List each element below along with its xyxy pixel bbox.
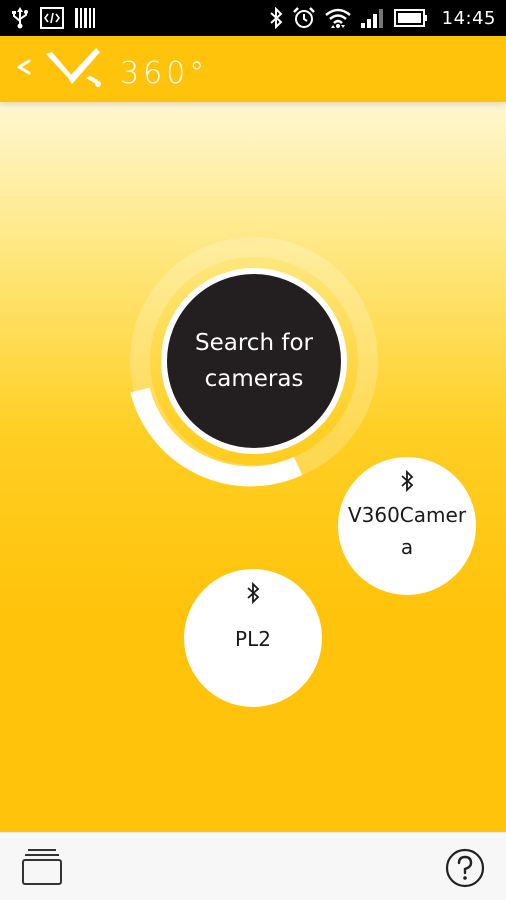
device-item-v360camera[interactable]: V360Camera bbox=[338, 457, 476, 595]
app-logo: 360° bbox=[42, 44, 208, 94]
logo-mark-icon bbox=[42, 42, 114, 96]
device-name: V360Camera bbox=[347, 503, 467, 559]
wifi-icon bbox=[324, 6, 352, 30]
barcode-icon bbox=[74, 7, 96, 29]
chevron-left-icon bbox=[15, 56, 33, 82]
bluetooth-icon bbox=[399, 469, 415, 497]
main-area: Search for cameras V360Camera PL2 bbox=[0, 102, 506, 832]
help-button[interactable] bbox=[444, 847, 486, 889]
gallery-button[interactable] bbox=[20, 847, 64, 887]
gallery-icon bbox=[20, 849, 64, 891]
status-time: 14:45 bbox=[441, 7, 496, 29]
usb-icon bbox=[10, 7, 30, 29]
bluetooth-icon bbox=[268, 7, 284, 29]
signal-icon bbox=[360, 7, 386, 29]
status-bar-left bbox=[10, 6, 96, 30]
search-for-cameras-button[interactable]: Search for cameras bbox=[161, 268, 347, 454]
device-item-pl2[interactable]: PL2 bbox=[184, 569, 322, 707]
battery-icon bbox=[393, 9, 428, 27]
bluetooth-icon bbox=[245, 581, 261, 609]
status-bar: 14:45 bbox=[0, 0, 506, 36]
back-button[interactable] bbox=[10, 52, 38, 86]
help-icon bbox=[444, 848, 486, 893]
code-icon bbox=[40, 7, 64, 29]
search-label-line1: Search for bbox=[195, 330, 313, 356]
app-bar: 360° bbox=[0, 36, 506, 102]
status-bar-right: 14:45 bbox=[268, 6, 496, 30]
search-label-line2: cameras bbox=[204, 366, 304, 392]
device-name: PL2 bbox=[235, 627, 271, 651]
bottom-bar bbox=[0, 832, 506, 900]
logo-text: 360° bbox=[120, 55, 209, 91]
alarm-icon bbox=[292, 6, 316, 30]
search-area: Search for cameras bbox=[128, 235, 380, 487]
